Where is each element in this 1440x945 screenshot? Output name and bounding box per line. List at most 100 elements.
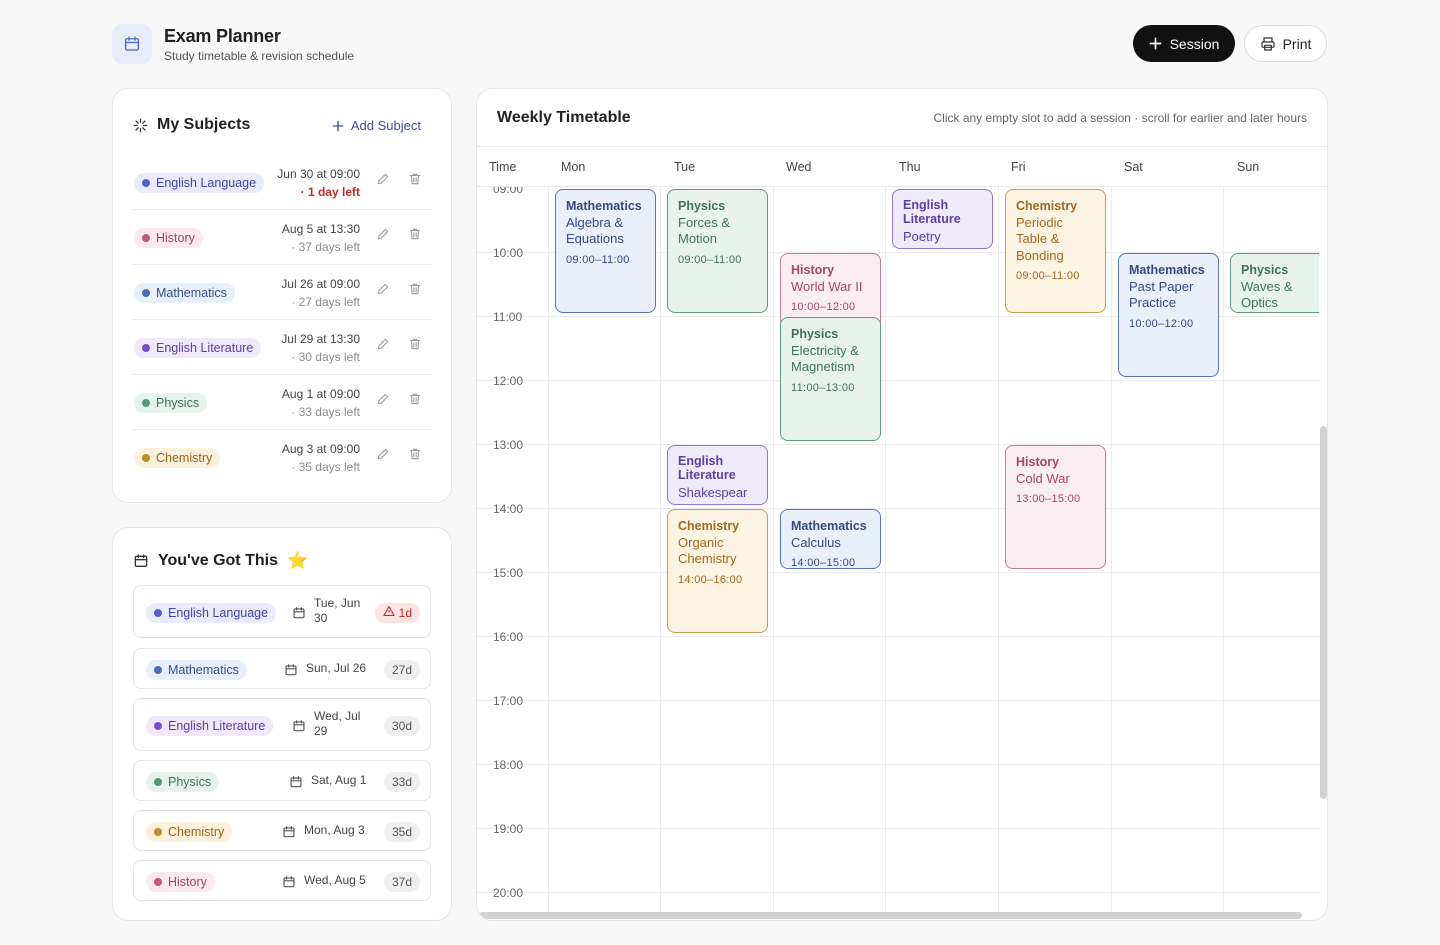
calendar-icon <box>282 825 296 839</box>
time-label: 16:00 <box>493 630 524 644</box>
edit-icon[interactable] <box>376 337 392 353</box>
app-logo <box>112 24 152 64</box>
session-subject: Chemistry <box>678 519 740 533</box>
session-time: 09:00–11:00 <box>566 253 630 266</box>
session-time: 13:00–15:00 <box>1016 493 1081 505</box>
session-block[interactable]: Physics Electricity & Magnetism 11:00–13… <box>780 317 881 441</box>
exam-date: Sun, Jul 26 <box>306 661 366 676</box>
trash-icon[interactable] <box>408 282 424 298</box>
session-subject: Physics <box>791 327 839 341</box>
session-block[interactable]: Physics Waves & Optics <box>1230 253 1319 313</box>
grid-divider <box>477 508 1319 509</box>
app-subtitle: Study timetable & revision schedule <box>164 49 355 63</box>
star-icon: ⭐ <box>286 551 309 570</box>
exam-date: Wed, Jul 29 <box>314 709 360 739</box>
warning-icon <box>383 605 395 620</box>
session-time: 10:00–12:00 <box>1129 317 1194 330</box>
countdown-item: Mathematics Sun, Jul 26 27d <box>133 648 431 689</box>
session-block[interactable]: Mathematics Algebra & Equations 09:00–11… <box>555 189 656 313</box>
sparkle-icon <box>133 118 148 132</box>
session-time: 14:00–15:00 <box>791 557 856 569</box>
time-label: 10:00 <box>493 246 524 260</box>
subject-tag: Physics <box>134 393 208 413</box>
subjects-panel-header: My Subjects <box>133 116 250 134</box>
session-block[interactable]: English Literature Poetry <box>892 189 993 249</box>
subject-tag-label: Chemistry <box>156 451 213 465</box>
exam-date-line: Wed, Aug 5 <box>304 873 366 887</box>
timetable-panel: Weekly Timetable Click any empty slot to… <box>476 88 1328 921</box>
subject-row: History Aug 5 at 13:30 · 37 days left <box>132 210 432 265</box>
grid-divider <box>477 700 1319 701</box>
subject-tag-label: English Language <box>156 176 257 190</box>
time-column-header: Time <box>489 160 517 174</box>
grid-divider <box>998 187 999 913</box>
session-topic: Waves & Optics <box>1241 278 1293 311</box>
add-session-button[interactable]: Session <box>1133 25 1235 62</box>
subject-tag-label: Mathematics <box>168 662 239 677</box>
edit-icon[interactable] <box>376 447 392 463</box>
trash-icon[interactable] <box>408 447 424 463</box>
subject-color-dot <box>154 721 162 730</box>
session-topic: Algebra & Equations <box>566 214 624 247</box>
calendar-icon <box>292 606 306 620</box>
session-block[interactable]: Mathematics Past Paper Practice 10:00–12… <box>1118 253 1219 377</box>
session-topic: Past Paper Practice <box>1129 278 1194 311</box>
countdown-item: Chemistry Mon, Aug 3 35d <box>133 810 431 851</box>
subject-tag: English Language <box>134 173 265 193</box>
subject-color-dot <box>142 399 150 407</box>
calendar-icon <box>284 663 298 677</box>
session-topic: Shakespear <box>678 485 748 500</box>
session-block[interactable]: History Cold War 13:00–15:00 <box>1005 445 1106 569</box>
session-block[interactable]: Physics Forces & Motion 09:00–11:00 <box>667 189 768 313</box>
grid-divider <box>477 444 1319 445</box>
trash-icon[interactable] <box>408 227 424 243</box>
days-remaining-label: 1d <box>398 605 412 620</box>
subject-tag-label: Mathematics <box>156 286 227 300</box>
add-subject-button[interactable]: Add Subject <box>332 118 421 133</box>
subject-color-dot <box>142 289 150 297</box>
day-header-mon: Mon <box>561 160 586 174</box>
days-remaining-badge: 30d <box>383 715 420 736</box>
app-title: Exam Planner <box>164 26 281 46</box>
session-block[interactable]: Mathematics Calculus 14:00–15:00 <box>780 509 881 569</box>
grid-divider <box>885 187 886 913</box>
session-subject: Mathematics <box>791 519 867 533</box>
edit-icon[interactable] <box>376 392 392 408</box>
subject-tag-label: Chemistry <box>168 824 225 839</box>
session-block[interactable]: Chemistry Periodic Table & Bonding 09:00… <box>1005 189 1106 313</box>
calendar-icon <box>134 554 148 567</box>
session-topic: Forces & Motion <box>678 214 731 247</box>
edit-icon[interactable] <box>376 227 392 243</box>
trash-icon[interactable] <box>408 392 424 408</box>
days-remaining-label: 35d <box>391 824 412 839</box>
print-button[interactable]: Print <box>1244 25 1327 62</box>
exam-date-line: Mon, Aug 3 <box>304 823 365 837</box>
calendar-icon <box>282 875 296 889</box>
grid-divider <box>477 892 1319 893</box>
trash-icon[interactable] <box>408 337 424 353</box>
exam-date-line: Tue, Jun <box>314 596 361 610</box>
edit-icon[interactable] <box>376 282 392 298</box>
session-subject: Physics <box>678 199 726 213</box>
timetable-grid[interactable]: 09:00 10:00 11:00 12:00 13:00 14:00 15:0… <box>477 187 1319 913</box>
timetable-title: Weekly Timetable <box>497 109 631 126</box>
subject-color-dot <box>142 454 150 462</box>
calendar-icon <box>292 719 306 733</box>
days-remaining-label: 37d <box>391 874 412 889</box>
days-remaining-badge: 35d <box>383 821 420 842</box>
grid-divider <box>477 572 1319 573</box>
exam-date: Aug 5 at 13:30 <box>281 222 360 236</box>
subject-tag: Chemistry <box>146 821 233 842</box>
countdown-panel-title: You've Got This <box>158 552 278 569</box>
subject-tag: Physics <box>146 771 220 792</box>
horizontal-scrollbar[interactable] <box>479 912 1302 919</box>
edit-icon[interactable] <box>376 172 392 188</box>
vertical-scrollbar[interactable] <box>1320 426 1327 799</box>
time-label: 12:00 <box>493 374 524 388</box>
session-block[interactable]: Chemistry Organic Chemistry 14:00–16:00 <box>667 509 768 633</box>
trash-icon[interactable] <box>408 172 424 188</box>
exam-date: Jun 30 at 09:00 <box>277 167 360 181</box>
subject-tag: History <box>146 871 215 892</box>
session-block[interactable]: English Literature Shakespear <box>667 445 768 505</box>
countdown-panel: You've Got This ⭐ English Language Tue, J… <box>112 527 452 921</box>
